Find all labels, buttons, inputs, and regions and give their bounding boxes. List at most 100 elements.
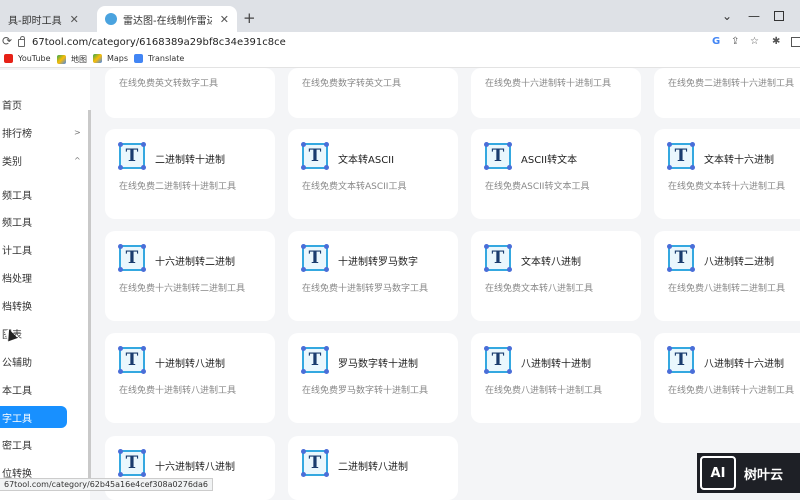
tool-card[interactable]: T ASCII转文本在线免费ASCII转文本工具 bbox=[471, 129, 641, 219]
sidebar-item-category[interactable]: 类别 ^ bbox=[0, 149, 90, 171]
watermark-logo: AI bbox=[700, 456, 736, 490]
sidebar-item-audio-tools[interactable]: 频工具 bbox=[0, 210, 90, 232]
sidebar-item-text-tools[interactable]: 本工具 bbox=[0, 378, 90, 400]
sidebar-item-office-assist[interactable]: 公辅助 bbox=[0, 350, 90, 372]
tool-card-desc: 在线免费二进制转十进制工具 bbox=[119, 182, 237, 192]
extensions-icon[interactable]: ✱ bbox=[772, 36, 780, 47]
youtube-icon bbox=[4, 54, 13, 63]
sidebar-item-label: 类别 bbox=[2, 156, 22, 168]
maps-icon bbox=[93, 54, 102, 63]
bookmark-youtube[interactable]: YouTube bbox=[4, 54, 51, 63]
tool-card-title: 十进制转八进制 bbox=[155, 359, 225, 370]
sidebar-item-label: 密工具 bbox=[2, 440, 32, 452]
tool-card-desc: 在线免费十六进制转二进制工具 bbox=[119, 284, 246, 294]
tool-card-desc: 在线免费数字转英文工具 bbox=[302, 79, 402, 89]
bookmark-label: 地图 bbox=[71, 55, 87, 64]
tool-card[interactable]: T 文本转十六进制 在线免费文本转十六进制工具 bbox=[654, 129, 800, 219]
text-tool-icon: T bbox=[118, 244, 146, 272]
sidebar-item-number-tools[interactable]: 字工具 bbox=[0, 406, 67, 428]
bookmark-translate[interactable]: Translate bbox=[134, 54, 184, 63]
tool-card-title: 罗马数字转十进制 bbox=[338, 359, 418, 370]
google-icon[interactable]: G bbox=[712, 36, 720, 47]
sidebar-item-doc-processing[interactable]: 档处理 bbox=[0, 266, 90, 288]
share-icon[interactable]: ⇪ bbox=[731, 36, 739, 47]
tool-card[interactable]: T 十进制转罗马数字 在线免费十进制转罗马数字工具 bbox=[288, 231, 458, 321]
sidebar-item-label: 档转换 bbox=[2, 301, 32, 313]
reload-icon[interactable]: ⟳ bbox=[2, 34, 12, 48]
sidebar-item-crypto-tools[interactable]: 密工具 bbox=[0, 433, 90, 455]
tool-card[interactable]: T 文本转ASCII 在线免费文本转ASCII工具 bbox=[288, 129, 458, 219]
chevron-down-icon[interactable]: ⌄ bbox=[722, 9, 732, 23]
text-tool-icon: T bbox=[118, 449, 146, 477]
tool-card-partial[interactable]: 在线免费十六进制转十进制工具 bbox=[471, 68, 641, 118]
text-tool-icon: T bbox=[301, 142, 329, 170]
sidebar-item-label: 首页 bbox=[2, 100, 22, 112]
watermark-text: 树叶云 bbox=[744, 467, 784, 483]
bookmark-label: Maps bbox=[107, 54, 129, 63]
sidebar-item-ranking[interactable]: 排行榜 > bbox=[0, 121, 90, 143]
text-tool-icon: T bbox=[484, 142, 512, 170]
tool-card[interactable]: T 十进制转八进制 在线免费十进制转八进制工具 bbox=[105, 333, 275, 423]
sidebar-scrollbar[interactable] bbox=[88, 110, 91, 488]
tool-card[interactable]: T 八进制转十六进制在线免费八进制转十六进制工具 bbox=[654, 333, 800, 423]
text-tool-icon: T bbox=[484, 244, 512, 272]
text-tool-icon: T bbox=[301, 449, 329, 477]
side-panel-icon[interactable] bbox=[791, 37, 800, 47]
text-tool-icon: T bbox=[667, 346, 695, 374]
tool-card-title: 八进制转二进制 bbox=[704, 257, 774, 268]
tool-card-title: 二进制转八进制 bbox=[338, 462, 408, 473]
tool-card-desc: 在线免费罗马数字转十进制工具 bbox=[302, 386, 429, 396]
text-tool-icon: T bbox=[667, 142, 695, 170]
tool-card[interactable]: T 二进制转八进制 bbox=[288, 436, 458, 500]
close-icon[interactable]: ✕ bbox=[220, 13, 229, 26]
bookmark-label: Translate bbox=[148, 54, 185, 63]
tool-card[interactable]: T 八进制转十进制 在线免费八进制转十进制工具 bbox=[471, 333, 641, 423]
tool-card-desc: 在线免费八进制转十六进制工具 bbox=[668, 386, 795, 396]
lock-icon[interactable] bbox=[18, 36, 25, 47]
category-sidebar: 首页 排行榜 > 类别 ^ 频工具 频工具 计工具 档处理 档转换 图表 公辅助… bbox=[0, 70, 90, 500]
text-tool-icon: T bbox=[484, 346, 512, 374]
star-icon[interactable]: ☆ bbox=[750, 36, 759, 47]
address-bar[interactable]: 67tool.com/category/6168389a29bf8c34e391… bbox=[18, 33, 738, 51]
tool-card-partial[interactable]: 在线免费英文转数字工具 bbox=[105, 68, 275, 118]
tool-card[interactable]: T 罗马数字转十进制 在线免费罗马数字转十进制工具 bbox=[288, 333, 458, 423]
new-tab-button[interactable]: + bbox=[243, 11, 256, 26]
tool-card-title: ASCII转文本 bbox=[521, 155, 578, 166]
chevron-right-icon: > bbox=[74, 127, 81, 137]
tool-card[interactable]: T 二进制转十进制 在线免费二进制转十进制工具 bbox=[105, 129, 275, 219]
sidebar-item-doc-conversion[interactable]: 档转换 bbox=[0, 294, 90, 316]
maximize-icon[interactable] bbox=[774, 11, 784, 21]
tab-title: 雷达图-在线制作雷达图、傲视… bbox=[123, 15, 212, 27]
minimize-icon[interactable]: — bbox=[748, 9, 760, 23]
address-url: 67tool.com/category/6168389a29bf8c34e391… bbox=[32, 36, 286, 48]
text-tool-icon: T bbox=[118, 142, 146, 170]
sidebar-item-home[interactable]: 首页 bbox=[0, 93, 90, 115]
sidebar-item-label: 频工具 bbox=[2, 217, 32, 229]
tool-card-desc: 在线免费文本转十六进制工具 bbox=[668, 182, 786, 192]
tool-card-title: 文本转ASCII bbox=[338, 155, 395, 166]
tool-card[interactable]: T 八进制转二进制 在线免费八进制转二进制工具 bbox=[654, 231, 800, 321]
tool-card[interactable]: T 文本转八进制 在线免费文本转八进制工具 bbox=[471, 231, 641, 321]
tool-card-desc: 在线免费十进制转罗马数字工具 bbox=[302, 284, 429, 294]
bookmark-maps[interactable]: Maps bbox=[93, 54, 128, 63]
tab-67tool[interactable]: 具-即时工具 ✕ bbox=[0, 6, 95, 32]
bookmark-ditu[interactable]: 地图 bbox=[57, 54, 87, 65]
sidebar-item-calc-tools[interactable]: 计工具 bbox=[0, 238, 90, 260]
favicon-icon bbox=[105, 13, 117, 25]
close-icon[interactable]: ✕ bbox=[70, 13, 79, 26]
tab-radar-chart[interactable]: 雷达图-在线制作雷达图、傲视… ✕ bbox=[97, 6, 237, 32]
tool-card-desc: 在线免费ASCII转文本工具 bbox=[485, 182, 590, 192]
tool-card-partial[interactable]: 在线免费数字转英文工具 bbox=[288, 68, 458, 118]
sidebar-item-video-tools[interactable]: 频工具 bbox=[0, 183, 90, 205]
tool-card-desc: 在线免费文本转八进制工具 bbox=[485, 284, 594, 294]
tool-card-partial[interactable]: 在线免费二进制转十六进制工具 bbox=[654, 68, 800, 118]
sidebar-item-label: 档处理 bbox=[2, 273, 32, 285]
bookmarks-bar: YouTube 地图 Maps Translate bbox=[0, 52, 800, 68]
chevron-up-icon: ^ bbox=[74, 155, 81, 165]
text-tool-icon: T bbox=[301, 244, 329, 272]
tool-card[interactable]: T 十六进制转二进制 在线免费十六进制转二进制工具 bbox=[105, 231, 275, 321]
tab-title: 具-即时工具 bbox=[8, 15, 62, 27]
tool-card-desc: 在线免费文本转ASCII工具 bbox=[302, 182, 407, 192]
tool-card-desc: 在线免费英文转数字工具 bbox=[119, 79, 219, 89]
tool-card-title: 八进制转十六进制 bbox=[704, 359, 784, 370]
